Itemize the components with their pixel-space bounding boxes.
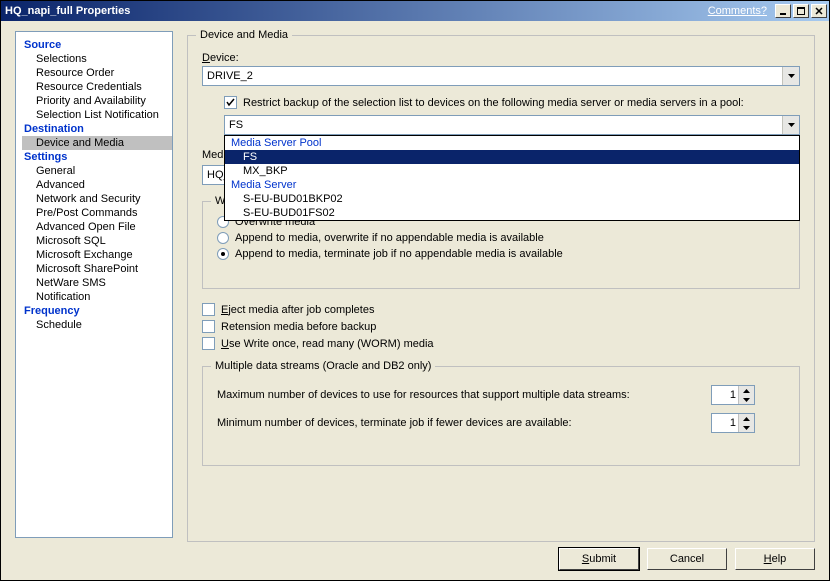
- min-devices-value: 1: [716, 417, 738, 429]
- radio-append-overwrite-row: Append to media, overwrite if no appenda…: [217, 232, 785, 244]
- restrict-select-arrow[interactable]: [782, 116, 799, 134]
- worm-checkbox[interactable]: [202, 337, 215, 350]
- dropdown-group-media-server-pool: Media Server Pool: [225, 136, 799, 150]
- retension-label: Retension media before backup: [221, 321, 376, 333]
- eject-label: Eject media after job completes: [221, 304, 374, 316]
- nav-item-netware-sms[interactable]: NetWare SMS: [22, 276, 172, 290]
- nav-category-settings: Settings: [22, 150, 172, 164]
- window: HQ_napi_full Properties Comments? Source…: [0, 0, 830, 581]
- max-devices-spinner[interactable]: 1: [711, 385, 755, 405]
- nav-item-network-security[interactable]: Network and Security: [22, 192, 172, 206]
- nav-sidebar: Source Selections Resource Order Resourc…: [15, 31, 173, 538]
- radio-append-overwrite[interactable]: [217, 232, 229, 244]
- titlebar: HQ_napi_full Properties Comments?: [1, 1, 829, 21]
- worm-label: Use Write once, read many (WORM) media: [221, 338, 434, 350]
- radio-append-overwrite-label: Append to media, overwrite if no appenda…: [235, 232, 544, 244]
- streams-group: Multiple data streams (Oracle and DB2 on…: [202, 366, 800, 466]
- nav-item-microsoft-sharepoint[interactable]: Microsoft SharePoint: [22, 262, 172, 276]
- help-button[interactable]: Help: [735, 548, 815, 570]
- main-panel: Device and Media Device: DRIVE_2 Restric…: [187, 31, 815, 538]
- nav-item-microsoft-sql[interactable]: Microsoft SQL: [22, 234, 172, 248]
- device-label: Device:: [202, 52, 800, 64]
- check-icon: [226, 98, 235, 107]
- nav-category-source: Source: [22, 38, 172, 52]
- restrict-row: Restrict backup of the selection list to…: [224, 96, 800, 109]
- restrict-dropdown-list[interactable]: Media Server Pool FS MX_BKP Media Server…: [224, 135, 800, 221]
- button-bar: Submit Cancel Help: [15, 538, 815, 570]
- upper-panel: Source Selections Resource Order Resourc…: [15, 31, 815, 538]
- comments-link[interactable]: Comments?: [708, 5, 767, 17]
- nav-item-microsoft-exchange[interactable]: Microsoft Exchange: [22, 248, 172, 262]
- nav-item-selection-list-notification[interactable]: Selection List Notification: [22, 108, 172, 122]
- min-devices-spinner[interactable]: 1: [711, 413, 755, 433]
- max-devices-value: 1: [716, 389, 738, 401]
- restrict-label: Restrict backup of the selection list to…: [243, 97, 744, 109]
- spinner-up-icon[interactable]: [739, 414, 754, 423]
- spinner-down-icon[interactable]: [739, 395, 754, 404]
- max-devices-label: Maximum number of devices to use for res…: [217, 389, 630, 401]
- nav-item-resource-order[interactable]: Resource Order: [22, 66, 172, 80]
- streams-group-legend: Multiple data streams (Oracle and DB2 on…: [211, 360, 435, 372]
- dropdown-item-fs[interactable]: FS: [225, 150, 799, 164]
- restrict-checkbox[interactable]: [224, 96, 237, 109]
- device-select-arrow[interactable]: [782, 67, 799, 85]
- eject-checkbox[interactable]: [202, 303, 215, 316]
- maximize-button[interactable]: [793, 4, 809, 18]
- nav-item-device-and-media[interactable]: Device and Media: [22, 136, 172, 150]
- nav-item-pre-post-commands[interactable]: Pre/Post Commands: [22, 206, 172, 220]
- nav-item-schedule[interactable]: Schedule: [22, 318, 172, 332]
- close-button[interactable]: [811, 4, 827, 18]
- retension-checkbox[interactable]: [202, 320, 215, 333]
- spinner-down-icon[interactable]: [739, 423, 754, 432]
- nav-category-destination: Destination: [22, 122, 172, 136]
- minimize-icon: [779, 7, 787, 15]
- window-title: HQ_napi_full Properties: [5, 5, 708, 17]
- nav-item-advanced[interactable]: Advanced: [22, 178, 172, 192]
- radio-append-terminate[interactable]: [217, 248, 229, 260]
- device-media-group: Device and Media Device: DRIVE_2 Restric…: [187, 35, 815, 542]
- body: Source Selections Resource Order Resourc…: [1, 21, 829, 580]
- nav-item-resource-credentials[interactable]: Resource Credentials: [22, 80, 172, 94]
- nav-item-selections[interactable]: Selections: [22, 52, 172, 66]
- cancel-button[interactable]: Cancel: [647, 548, 727, 570]
- dropdown-group-media-server: Media Server: [225, 178, 799, 192]
- close-icon: [815, 7, 823, 15]
- nav-item-advanced-open-file[interactable]: Advanced Open File: [22, 220, 172, 234]
- maximize-icon: [797, 7, 805, 15]
- radio-append-terminate-row: Append to media, terminate job if no app…: [217, 248, 785, 260]
- radio-append-terminate-label: Append to media, terminate job if no app…: [235, 248, 563, 260]
- device-select[interactable]: DRIVE_2: [202, 66, 800, 86]
- nav-item-general[interactable]: General: [22, 164, 172, 178]
- chevron-down-icon: [788, 74, 795, 78]
- dropdown-item-fs02[interactable]: S-EU-BUD01FS02: [225, 206, 799, 220]
- submit-button[interactable]: Submit: [559, 548, 639, 570]
- restrict-select[interactable]: FS: [224, 115, 800, 135]
- min-devices-label: Minimum number of devices, terminate job…: [217, 417, 572, 429]
- minimize-button[interactable]: [775, 4, 791, 18]
- device-media-legend: Device and Media: [196, 29, 292, 41]
- nav-category-frequency: Frequency: [22, 304, 172, 318]
- chevron-down-icon: [788, 123, 795, 127]
- restrict-select-value: FS: [229, 119, 243, 131]
- device-select-value: DRIVE_2: [207, 70, 253, 82]
- spinner-up-icon[interactable]: [739, 386, 754, 395]
- nav-item-notification[interactable]: Notification: [22, 290, 172, 304]
- dropdown-item-bkp02[interactable]: S-EU-BUD01BKP02: [225, 192, 799, 206]
- dropdown-item-mx-bkp[interactable]: MX_BKP: [225, 164, 799, 178]
- nav-item-priority-availability[interactable]: Priority and Availability: [22, 94, 172, 108]
